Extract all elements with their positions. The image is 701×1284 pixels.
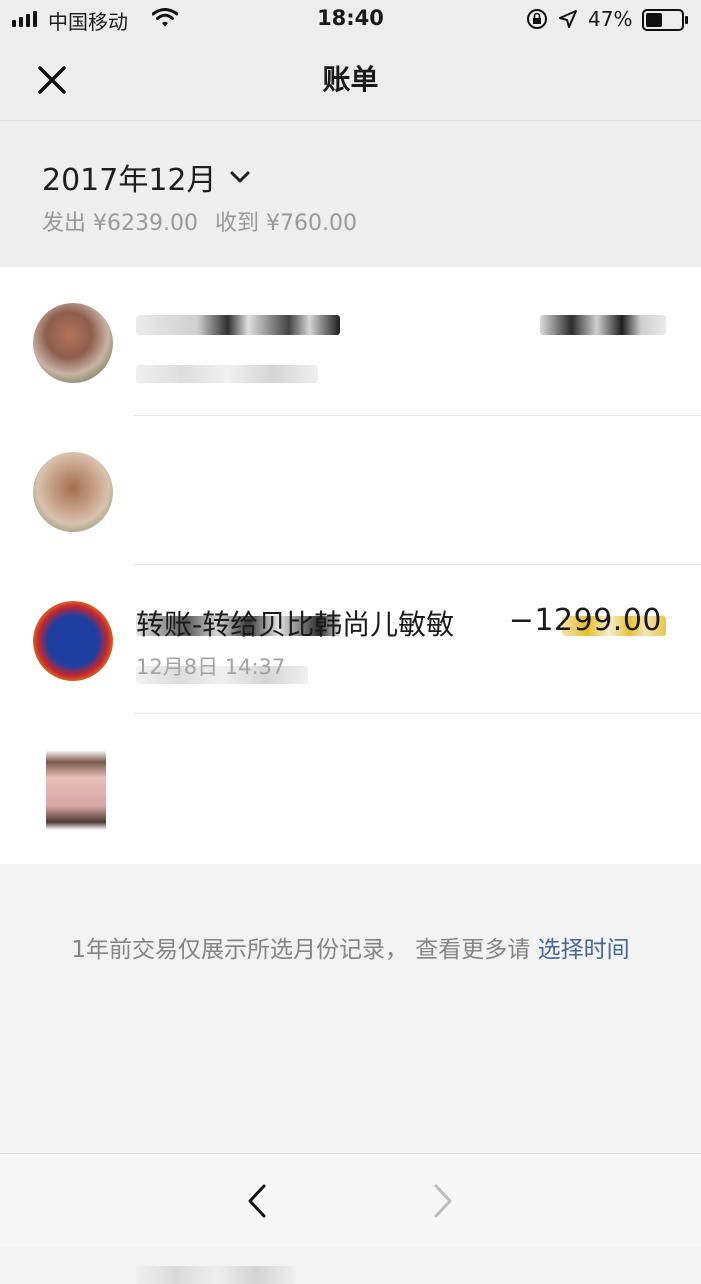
back-button[interactable] xyxy=(242,1182,276,1220)
redacted-amount xyxy=(540,315,666,335)
bottom-toolbar xyxy=(0,1153,701,1247)
income-total: 收到 ¥760.00 xyxy=(214,211,357,236)
history-note: 1年前交易仅展示所选月份记录， 查看更多请 选择时间 xyxy=(0,930,701,964)
page-title: 账单 xyxy=(322,63,379,96)
transaction-row[interactable]: 转账-转给贝比韩尚儿敏敏 12月8日 14:37 −1299.00 xyxy=(0,565,701,714)
orientation-lock-icon xyxy=(527,9,547,29)
location-icon xyxy=(559,10,577,28)
battery-percent: 47% xyxy=(588,7,633,31)
nav-bar: 账单 xyxy=(0,38,701,121)
chevron-down-icon xyxy=(230,171,250,183)
back-icon xyxy=(248,1184,266,1218)
battery-icon xyxy=(642,9,688,31)
transaction-title: 转账-转给贝比韩尚儿敏敏 xyxy=(136,608,455,641)
month-summary: 2017年12月 发出 ¥6239.00 收到 ¥760.00 xyxy=(0,121,701,267)
redacted-time xyxy=(136,365,318,383)
month-totals: 发出 ¥6239.00 收到 ¥760.00 xyxy=(42,205,357,237)
close-button[interactable] xyxy=(32,60,72,100)
transaction-amount: −1299.00 xyxy=(508,603,662,638)
transaction-row[interactable] xyxy=(0,416,701,684)
avatar xyxy=(33,303,113,383)
month-label: 2017年12月 xyxy=(42,163,217,198)
transaction-row[interactable] xyxy=(0,267,701,416)
avatar xyxy=(33,452,113,532)
forward-button[interactable] xyxy=(426,1182,460,1220)
status-bar: 中国移动 18:40 47% xyxy=(0,0,701,38)
expense-total: 发出 ¥6239.00 xyxy=(42,211,198,236)
month-selector[interactable]: 2017年12月 xyxy=(42,155,251,199)
avatar xyxy=(46,750,106,830)
forward-icon xyxy=(434,1184,452,1218)
history-note-text: 1年前交易仅展示所选月份记录， 查看更多请 xyxy=(71,937,531,963)
select-time-link[interactable]: 选择时间 xyxy=(538,937,630,963)
close-icon xyxy=(38,66,66,94)
transaction-list: 转账-转给贝比韩尚儿敏敏 12月8日 14:37 −1299.00 xyxy=(0,267,701,1284)
transaction-row[interactable] xyxy=(0,714,701,1284)
redacted-title xyxy=(136,315,340,335)
transaction-time: 12月8日 14:37 xyxy=(136,655,286,679)
avatar xyxy=(33,601,113,681)
redacted-time xyxy=(136,1266,296,1284)
